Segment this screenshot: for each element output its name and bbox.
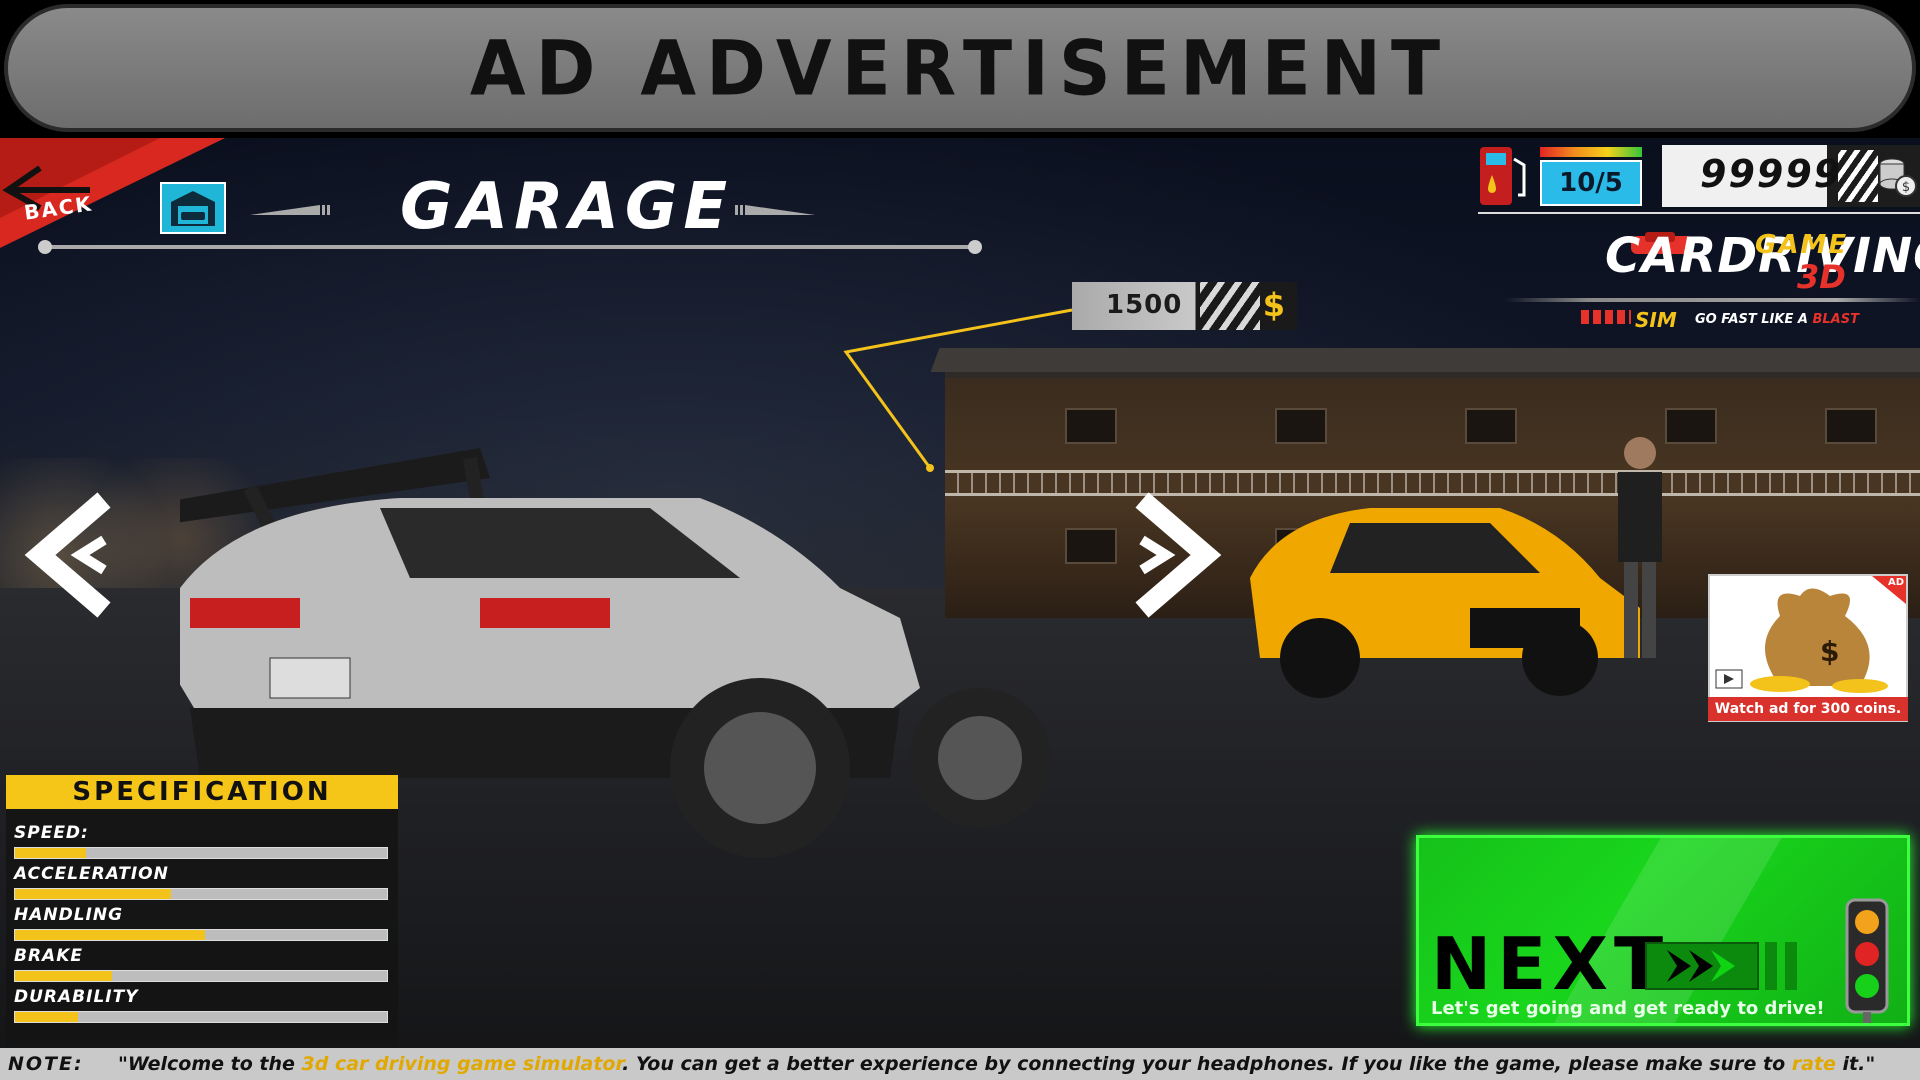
note-text: "Welcome to the 3d car driving game simu… bbox=[118, 1053, 1876, 1075]
next-button[interactable]: NEXT Let's get going and get ready to dr… bbox=[1416, 835, 1910, 1026]
spec-bar bbox=[14, 847, 388, 859]
spec-bar bbox=[14, 929, 388, 941]
car-price-tag: 1500 $ bbox=[1072, 282, 1297, 330]
spec-label: SPEED: bbox=[14, 823, 89, 843]
fuel-icon bbox=[1480, 147, 1526, 205]
background-car bbox=[1250, 508, 1640, 698]
driver-character bbox=[1618, 437, 1662, 658]
next-subtitle: Let's get going and get ready to drive! bbox=[1431, 998, 1825, 1019]
logo-sim: SIM bbox=[1635, 308, 1677, 332]
previous-car-button[interactable] bbox=[24, 490, 120, 620]
logo-game: GAME bbox=[1755, 230, 1849, 260]
spec-row-speed: SPEED: bbox=[14, 823, 396, 864]
spec-row-handling: HANDLING bbox=[14, 905, 396, 946]
dollar-icon: $ bbox=[1262, 286, 1285, 324]
svg-text:$: $ bbox=[1820, 635, 1839, 668]
spec-bar bbox=[14, 888, 388, 900]
gold-coin-bag-icon: $ bbox=[1715, 588, 1888, 693]
rate-link[interactable]: rate bbox=[1792, 1053, 1836, 1075]
watch-ad-caption[interactable]: Watch ad for 300 coins. bbox=[1708, 697, 1908, 721]
spec-label: ACCELERATION bbox=[14, 864, 169, 884]
game-logo: CARDRIVING GAME 3D SIM GO FAST LIKE A BL… bbox=[1505, 228, 1920, 338]
ad-banner-text: AD ADVERTISEMENT bbox=[469, 23, 1451, 113]
fast-forward-icon bbox=[1645, 942, 1759, 990]
coins-stripes bbox=[1838, 150, 1878, 202]
specification-title: SPECIFICATION bbox=[6, 775, 398, 809]
ad-banner: AD ADVERTISEMENT bbox=[0, 0, 1920, 138]
next-car-button[interactable] bbox=[1126, 490, 1222, 620]
spec-row-acceleration: ACCELERATION bbox=[14, 864, 396, 905]
coins-value: 99999 bbox=[1700, 152, 1843, 196]
spec-label: BRAKE bbox=[14, 946, 83, 966]
logo-3d: 3D bbox=[1797, 258, 1846, 296]
spec-row-brake: BRAKE bbox=[14, 946, 396, 987]
specification-panel: SPECIFICATION SPEED: ACCELERATION HANDLI… bbox=[6, 775, 398, 1047]
title-deco-right bbox=[735, 205, 815, 215]
price-value: 1500 bbox=[1106, 290, 1183, 320]
spec-label: HANDLING bbox=[14, 905, 124, 925]
spec-bar bbox=[14, 1011, 388, 1023]
garage-icon bbox=[160, 182, 226, 234]
ad-banner-pill[interactable]: AD ADVERTISEMENT bbox=[4, 4, 1916, 132]
note-bar: NOTE: "Welcome to the 3d car driving gam… bbox=[0, 1048, 1920, 1080]
fuel-gauge bbox=[1540, 147, 1642, 157]
spec-label: DURABILITY bbox=[14, 987, 139, 1007]
price-pointer-line bbox=[843, 308, 1073, 472]
spec-bar bbox=[14, 970, 388, 982]
spec-row-durability: DURABILITY bbox=[14, 987, 396, 1028]
hud-divider bbox=[1478, 212, 1920, 214]
next-label: NEXT bbox=[1431, 922, 1670, 1006]
svg-text:$: $ bbox=[1902, 180, 1910, 195]
title-deco-left bbox=[250, 205, 330, 215]
page-title: GARAGE bbox=[400, 170, 734, 244]
logo-tagline: GO FAST LIKE A BLAST bbox=[1695, 312, 1859, 327]
pause-bars-icon bbox=[1765, 942, 1797, 990]
note-label: NOTE: bbox=[8, 1053, 84, 1075]
traffic-light-icon bbox=[1845, 898, 1889, 1023]
note-highlight-game: 3d car driving game simulator bbox=[301, 1053, 623, 1075]
fuel-count: 10/5 bbox=[1540, 160, 1642, 206]
coin-stack-icon: $ bbox=[1879, 158, 1917, 197]
title-divider bbox=[38, 240, 982, 254]
